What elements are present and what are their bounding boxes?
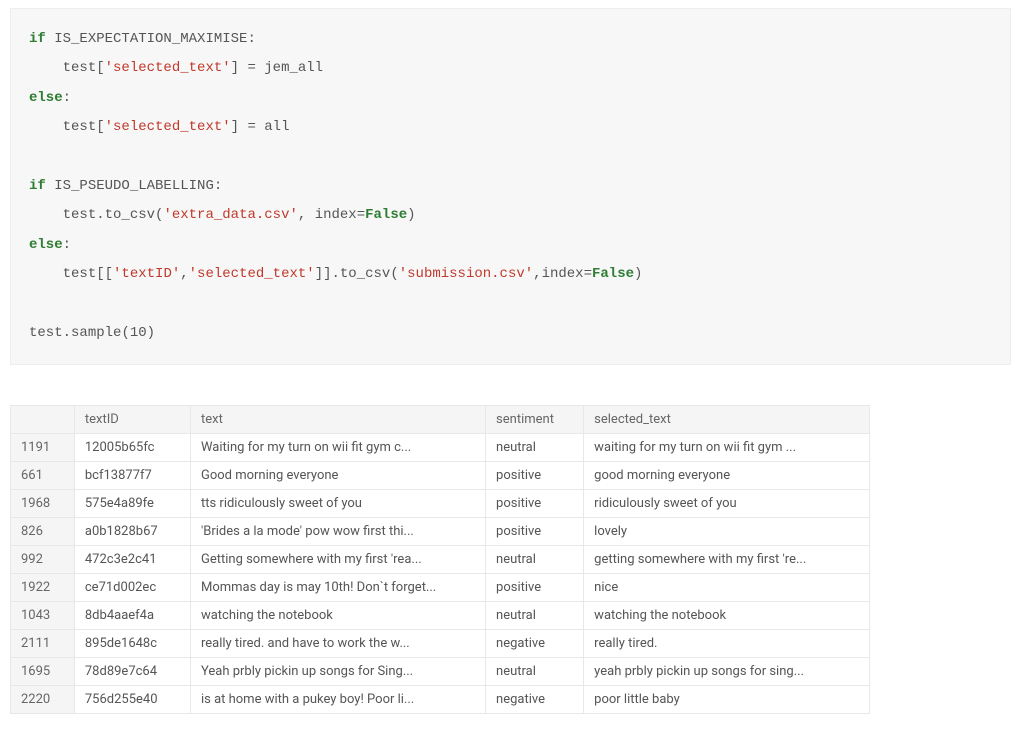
cell-sentiment: negative [486, 630, 584, 658]
identifier: index [542, 266, 584, 282]
table-row: 661bcf13877f7Good morning everyonepositi… [11, 462, 870, 490]
identifier: all [264, 119, 289, 135]
cell-sentiment: neutral [486, 546, 584, 574]
code-cell: if IS_EXPECTATION_MAXIMISE: test['select… [10, 8, 1011, 365]
col-header-index [11, 406, 75, 434]
output-table-wrap: textID text sentiment selected_text 1191… [10, 405, 1011, 714]
string-literal: 'selected_text' [189, 266, 315, 282]
identifier: jem_all [264, 60, 323, 76]
string-literal: 'textID' [113, 266, 180, 282]
cell-text: 'Brides a la mode' pow wow first thi... [190, 518, 485, 546]
cell-text: Yeah prbly pickin up songs for Sing... [190, 658, 485, 686]
cell-text: is at home with a pukey boy! Poor li... [190, 686, 485, 714]
cell-textid: 756d255e40 [74, 686, 190, 714]
table-row: 1968575e4a89fetts ridiculously sweet of … [11, 490, 870, 518]
cell-textid: 78d89e7c64 [74, 658, 190, 686]
identifier: test [63, 119, 97, 135]
identifier: IS_EXPECTATION_MAXIMISE [54, 31, 247, 47]
boolean-literal: False [592, 266, 634, 282]
cell-sentiment: neutral [486, 434, 584, 462]
cell-sentiment: neutral [486, 658, 584, 686]
cell-textid: 472c3e2c41 [74, 546, 190, 574]
cell-textid: bcf13877f7 [74, 462, 190, 490]
cell-selected: watching the notebook [584, 602, 870, 630]
row-index: 826 [11, 518, 75, 546]
col-header-text: text [190, 406, 485, 434]
table-row: 10438db4aaef4awatching the notebookneutr… [11, 602, 870, 630]
row-index: 1968 [11, 490, 75, 518]
cell-text: Mommas day is may 10th! Don`t forget... [190, 574, 485, 602]
cell-sentiment: negative [486, 686, 584, 714]
keyword-if: if [29, 178, 46, 194]
identifier: test [29, 325, 63, 341]
row-index: 2111 [11, 630, 75, 658]
table-row: 2111895de1648creally tired. and have to … [11, 630, 870, 658]
row-index: 2220 [11, 686, 75, 714]
row-index: 1922 [11, 574, 75, 602]
col-header-textid: textID [74, 406, 190, 434]
cell-text: Waiting for my turn on wii fit gym c... [190, 434, 485, 462]
cell-selected: nice [584, 574, 870, 602]
row-index: 1191 [11, 434, 75, 462]
cell-sentiment: positive [486, 574, 584, 602]
cell-textid: 12005b65fc [74, 434, 190, 462]
identifier: to_csv [340, 266, 390, 282]
row-index: 992 [11, 546, 75, 574]
table-row: 169578d89e7c64Yeah prbly pickin up songs… [11, 658, 870, 686]
cell-selected: good morning everyone [584, 462, 870, 490]
cell-selected: waiting for my turn on wii fit gym ... [584, 434, 870, 462]
string-literal: 'selected_text' [105, 119, 231, 135]
identifier: test [63, 60, 97, 76]
cell-selected: ridiculously sweet of you [584, 490, 870, 518]
table-row: 992472c3e2c41Getting somewhere with my f… [11, 546, 870, 574]
cell-sentiment: positive [486, 518, 584, 546]
cell-text: Getting somewhere with my first 'rea... [190, 546, 485, 574]
cell-sentiment: neutral [486, 602, 584, 630]
cell-sentiment: positive [486, 462, 584, 490]
cell-text: watching the notebook [190, 602, 485, 630]
keyword-else: else [29, 237, 63, 253]
col-header-selected: selected_text [584, 406, 870, 434]
cell-selected: lovely [584, 518, 870, 546]
keyword-else: else [29, 90, 63, 106]
table-row: 119112005b65fcWaiting for my turn on wii… [11, 434, 870, 462]
identifier: IS_PSEUDO_LABELLING [54, 178, 214, 194]
table-body: 119112005b65fcWaiting for my turn on wii… [11, 434, 870, 714]
table-header-row: textID text sentiment selected_text [11, 406, 870, 434]
string-literal: 'submission.csv' [399, 266, 533, 282]
identifier: to_csv [105, 207, 155, 223]
cell-selected: poor little baby [584, 686, 870, 714]
table-row: 826a0b1828b67'Brides a la mode' pow wow … [11, 518, 870, 546]
identifier: index [315, 207, 357, 223]
row-index: 661 [11, 462, 75, 490]
string-literal: 'extra_data.csv' [163, 207, 297, 223]
cell-textid: a0b1828b67 [74, 518, 190, 546]
cell-selected: yeah prbly pickin up songs for sing... [584, 658, 870, 686]
cell-textid: 575e4a89fe [74, 490, 190, 518]
table-row: 2220756d255e40is at home with a pukey bo… [11, 686, 870, 714]
dataframe-table: textID text sentiment selected_text 1191… [10, 405, 870, 714]
boolean-literal: False [365, 207, 407, 223]
cell-textid: 8db4aaef4a [74, 602, 190, 630]
col-header-sentiment: sentiment [486, 406, 584, 434]
identifier: test [63, 266, 97, 282]
cell-text: Good morning everyone [190, 462, 485, 490]
cell-text: tts ridiculously sweet of you [190, 490, 485, 518]
string-literal: 'selected_text' [105, 60, 231, 76]
cell-selected: getting somewhere with my first 're... [584, 546, 870, 574]
identifier: sample [71, 325, 121, 341]
table-row: 1922ce71d002ecMommas day is may 10th! Do… [11, 574, 870, 602]
cell-textid: ce71d002ec [74, 574, 190, 602]
row-index: 1695 [11, 658, 75, 686]
identifier: test [63, 207, 97, 223]
keyword-if: if [29, 31, 46, 47]
cell-sentiment: positive [486, 490, 584, 518]
cell-textid: 895de1648c [74, 630, 190, 658]
row-index: 1043 [11, 602, 75, 630]
number-literal: 10 [130, 325, 147, 341]
cell-text: really tired. and have to work the w... [190, 630, 485, 658]
cell-selected: really tired. [584, 630, 870, 658]
